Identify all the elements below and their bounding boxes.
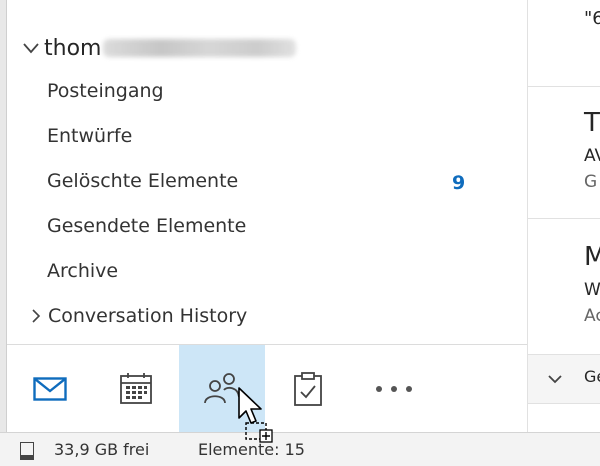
message-preview: Ac: [584, 306, 600, 326]
message-separator: [528, 86, 600, 87]
folder-drafts[interactable]: Entwürfe: [47, 121, 132, 151]
storage-icon: [20, 442, 34, 460]
window-left-edge: [0, 0, 7, 432]
nav-more-button[interactable]: [351, 345, 437, 433]
message-separator: [528, 218, 600, 219]
folder-conversation-history-label: Conversation History: [48, 305, 248, 327]
module-nav-bar: [7, 344, 527, 433]
account-header[interactable]: thom: [22, 33, 297, 63]
more-icon: [376, 386, 412, 392]
message-subject: W: [584, 280, 600, 300]
nav-people-button[interactable]: [179, 345, 265, 433]
account-name-redacted: [103, 39, 297, 57]
chevron-down-icon: [23, 43, 39, 54]
folder-deleted[interactable]: Gelöschte Elemente: [47, 166, 238, 196]
message-list: "6 T AV G M W Ac Ge: [528, 0, 600, 432]
deleted-count-badge: 9: [452, 172, 466, 194]
message-sender: T: [584, 108, 600, 138]
item-count-text: Elemente: 15: [198, 440, 305, 459]
message-preview-fragment: "6: [584, 8, 600, 29]
message-group-label: Ge: [584, 367, 600, 386]
people-icon: [204, 373, 240, 404]
message-group-header[interactable]: Ge: [528, 354, 600, 404]
chevron-right-icon: [32, 309, 41, 323]
nav-calendar-button[interactable]: [93, 345, 179, 433]
message-preview: G: [584, 172, 598, 192]
storage-free-text: 33,9 GB frei: [54, 440, 150, 459]
nav-mail-button[interactable]: [7, 345, 93, 433]
status-bar: 33,9 GB frei Elemente: 15: [0, 432, 600, 466]
calendar-icon: [120, 373, 152, 404]
folder-conversation-history[interactable]: Conversation History: [29, 301, 247, 331]
message-sender: M: [584, 242, 600, 272]
mail-icon: [33, 377, 67, 401]
folder-archive[interactable]: Archive: [47, 256, 118, 286]
chevron-down-icon: [548, 375, 562, 384]
account-name: thom: [44, 35, 102, 61]
message-subject: AV: [584, 146, 600, 166]
folder-sent[interactable]: Gesendete Elemente: [47, 211, 246, 241]
tasks-icon: [294, 372, 322, 406]
folder-inbox[interactable]: Posteingang: [47, 76, 164, 106]
nav-tasks-button[interactable]: [265, 345, 351, 433]
